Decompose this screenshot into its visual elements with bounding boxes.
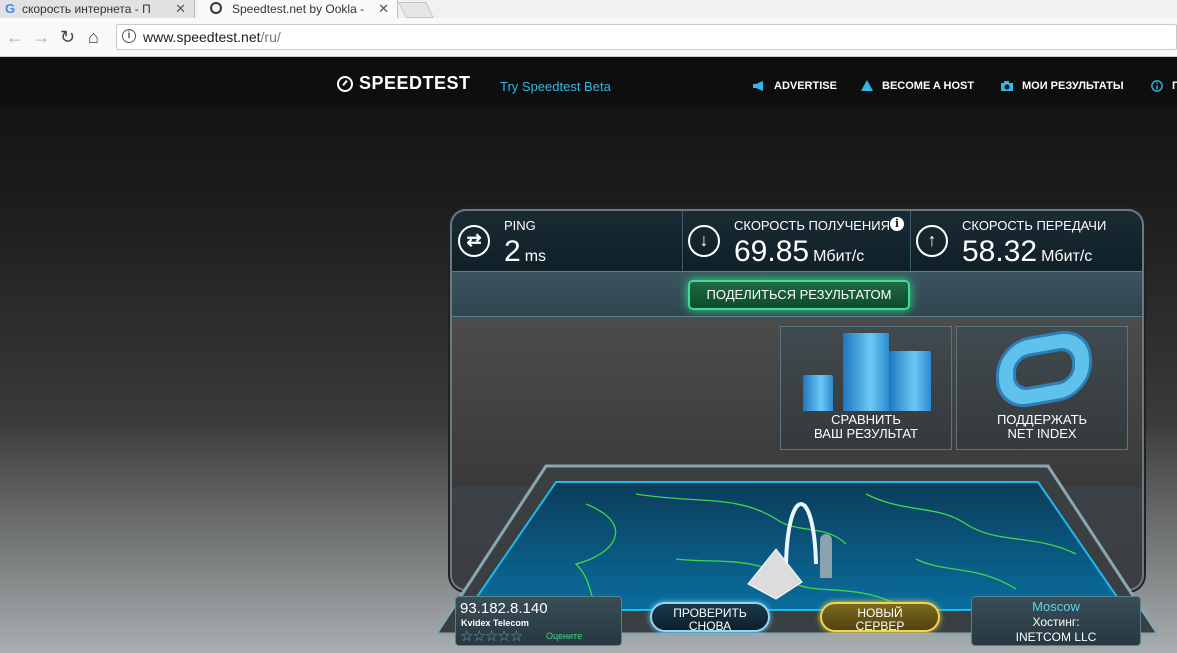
host-label: Хостинг: — [1032, 615, 1080, 629]
tab-title: Speedtest.net by Ookla - — [232, 2, 365, 16]
ping-value: 2 ms — [504, 235, 547, 268]
server-info: Moscow Хостинг: INETCOM LLC — [971, 596, 1141, 646]
share-row: ПОДЕЛИТЬСЯ РЕЗУЛЬТАТОМ — [452, 271, 1142, 317]
upload-arrow-icon: ↑ — [916, 225, 948, 257]
host-name: INETCOM LLC — [1015, 630, 1097, 644]
reload-icon[interactable]: ↻ — [60, 27, 75, 48]
host-icon — [861, 80, 873, 91]
net-index-icon — [999, 329, 1089, 409]
nav-label: МОИ РЕЗУЛЬТАТЫ — [1022, 80, 1124, 92]
site-header: SPEEDTEST Try Speedtest Beta ADVERTISE B… — [0, 57, 1177, 105]
new-server-button[interactable]: НОВЫЙ СЕРВЕР — [820, 602, 940, 633]
share-result-button[interactable]: ПОДЕЛИТЬСЯ РЕЗУЛЬТАТОМ — [688, 280, 910, 310]
info-icon — [1151, 80, 1163, 92]
close-tab-icon[interactable]: ✕ — [378, 1, 389, 17]
upload-value: 58.32 Мбит/с — [962, 235, 1093, 268]
back-arrow-icon[interactable]: ← — [6, 27, 24, 48]
compare-result-tile[interactable]: СРАВНИТЬ ВАШ РЕЗУЛЬТАТ — [780, 326, 952, 450]
speedtest-favicon-icon — [210, 2, 222, 14]
ping-arrows-icon: ⇄ — [458, 225, 490, 257]
bottom-row: 93.182.8.140 Kvidex Telecom ☆☆☆☆☆ Оценит… — [450, 594, 1144, 646]
site-info-icon[interactable]: i — [122, 29, 136, 43]
bar-graph-icon — [889, 351, 931, 411]
nav-advertise[interactable]: ADVERTISE — [752, 80, 837, 92]
client-info: 93.182.8.140 Kvidex Telecom ☆☆☆☆☆ Оценит… — [455, 596, 622, 646]
download-arrow-icon: ↓ — [688, 225, 720, 257]
nav-my-results[interactable]: МОИ РЕЗУЛЬТАТЫ — [1000, 80, 1124, 92]
close-tab-icon[interactable]: ✕ — [175, 1, 186, 17]
speedtest-logo[interactable]: SPEEDTEST — [337, 73, 471, 94]
nav-label: BECOME A HOST — [882, 80, 975, 92]
info-icon[interactable]: i — [890, 217, 904, 231]
camera-icon — [1001, 81, 1013, 91]
address-bar[interactable]: i www.speedtest.net/ru/ — [116, 24, 1177, 50]
bar-graph-icon — [803, 375, 833, 411]
download-label: СКОРОСТЬ ПОЛУЧЕНИЯ — [734, 218, 891, 233]
gauge-icon — [337, 75, 353, 92]
net-index-tile[interactable]: ПОДДЕРЖАТЬ NET INDEX — [956, 326, 1128, 450]
browser-toolbar: ← → ↻ ⌂ i www.speedtest.net/ru/ — [0, 18, 1177, 57]
upload-stat: ↑ СКОРОСТЬ ПЕРЕДАЧИ 58.32 Мбит/с — [910, 211, 1142, 271]
new-tab-button[interactable] — [398, 2, 434, 18]
server-city: Moscow — [1032, 599, 1080, 614]
megaphone-icon — [753, 81, 763, 91]
download-stat: ↓ СКОРОСТЬ ПОЛУЧЕНИЯ 69.85 Мбит/с i — [682, 211, 911, 271]
nav-become-host[interactable]: BECOME A HOST — [860, 80, 974, 92]
google-icon: G — [5, 1, 16, 16]
browser-tab-speedtest[interactable]: Speedtest.net by Ookla - ✕ — [198, 0, 398, 18]
nav-info[interactable]: П — [1150, 80, 1177, 92]
try-beta-link[interactable]: Try Speedtest Beta — [500, 79, 611, 94]
url-text: www.speedtest.net/ru/ — [143, 29, 281, 45]
nav-label: ADVERTISE — [774, 80, 837, 92]
stats-bar: ⇄ PING 2 ms ↓ СКОРОСТЬ ПОЛУЧЕНИЯ 69.85 Мби… — [452, 211, 1142, 271]
browser-tab-search[interactable]: G скорость интернета - П ✕ — [0, 0, 195, 18]
rate-label[interactable]: Оцените — [546, 631, 582, 641]
forward-arrow-icon[interactable]: → — [32, 27, 50, 48]
download-value: 69.85 Мбит/с — [734, 235, 865, 268]
ping-stat: ⇄ PING 2 ms — [452, 211, 683, 271]
action-tiles: СРАВНИТЬ ВАШ РЕЗУЛЬТАТ ПОДДЕРЖАТЬ NET INDE… — [780, 326, 1130, 450]
tab-strip: G скорость интернета - П ✕ Speedtest.net… — [0, 0, 1177, 18]
test-again-button[interactable]: ПРОВЕРИТЬ СНОВА — [650, 602, 770, 633]
ping-label: PING — [504, 218, 536, 233]
logo-text: SPEEDTEST — [359, 73, 471, 93]
nav-label: П — [1172, 80, 1177, 92]
bar-graph-icon — [843, 333, 889, 411]
client-ip: 93.182.8.140 — [460, 600, 548, 617]
home-icon[interactable]: ⌂ — [88, 27, 99, 48]
tab-title: скорость интернета - П — [22, 2, 151, 16]
tile-label: СРАВНИТЬ ВАШ РЕЗУЛЬТАТ — [814, 412, 918, 441]
upload-label: СКОРОСТЬ ПЕРЕДАЧИ — [962, 218, 1107, 233]
rating-stars[interactable]: ☆☆☆☆☆ — [460, 627, 523, 645]
tile-label: ПОДДЕРЖАТЬ NET INDEX — [996, 412, 1088, 441]
